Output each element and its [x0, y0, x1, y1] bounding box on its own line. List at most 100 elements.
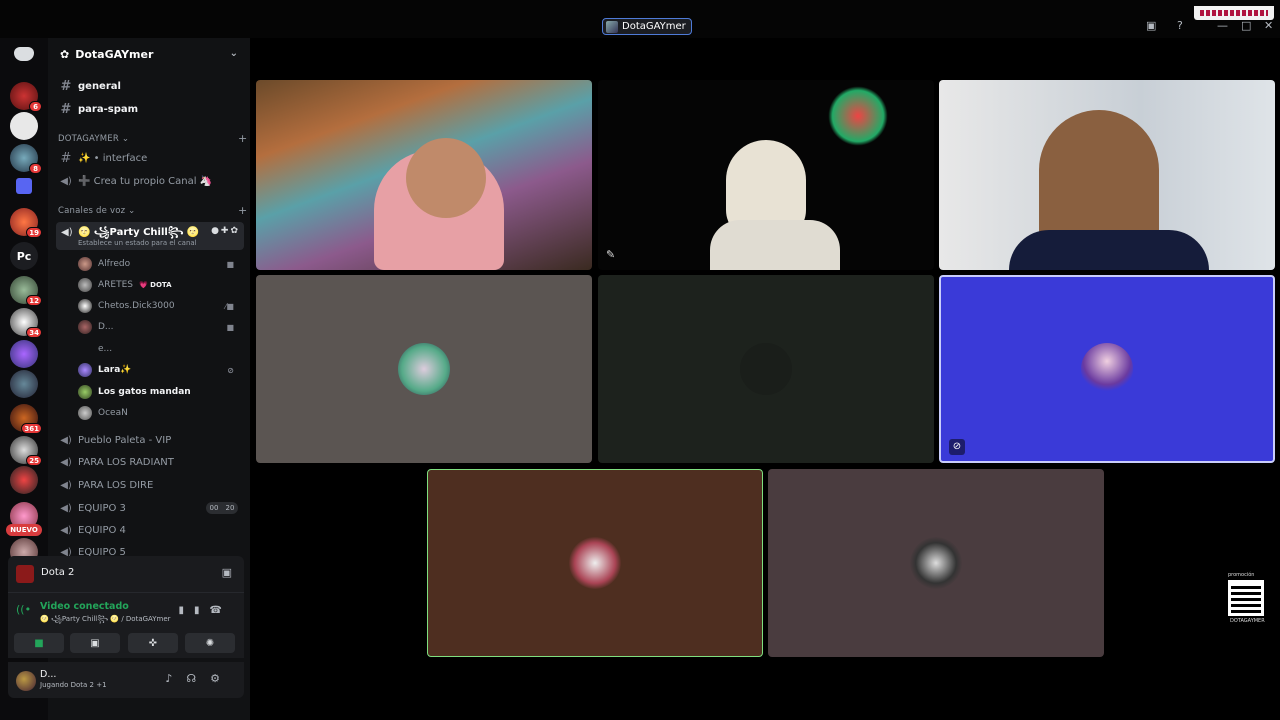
connection-status[interactable]: Video conectado	[40, 601, 129, 612]
voice-member[interactable]: e...	[78, 340, 242, 358]
screen-share-button[interactable]: ▣	[70, 633, 120, 653]
server-icon[interactable]: 12	[10, 276, 42, 306]
hash-icon: #	[60, 150, 72, 166]
server-initials: Pc	[16, 249, 32, 263]
speaker-icon: ◀)	[60, 434, 72, 446]
help-icon[interactable]: ?	[1177, 19, 1183, 32]
server-icon[interactable]: 6	[10, 82, 42, 112]
username[interactable]: D...	[40, 669, 56, 680]
server-icon[interactable]: 25	[10, 436, 42, 466]
category-dotagaymer[interactable]: DOTAGAYMER ⌄ +	[58, 132, 247, 145]
avatar	[78, 320, 92, 334]
guild-header[interactable]: ✿ DotaGAYmer ⌄	[48, 38, 250, 70]
member-name: e...	[98, 344, 113, 354]
deafened-icon: ⊘	[949, 439, 965, 455]
avatar	[78, 342, 92, 356]
channel-label: EQUIPO 3	[78, 502, 126, 514]
qr-footer: DOTAGAYMER	[1230, 618, 1265, 624]
voice-controls[interactable]: ▮▮☎	[179, 605, 232, 616]
voice-member[interactable]: Lara✨ ⊘	[78, 361, 242, 379]
activities-button[interactable]: ✜	[128, 633, 178, 653]
avatar	[78, 363, 92, 377]
video-icon: ■	[226, 259, 234, 269]
server-pc[interactable]: Pc	[10, 242, 38, 270]
avatar[interactable]	[16, 671, 36, 691]
channel-label: PARA LOS RADIANT	[78, 456, 174, 468]
maximize-icon[interactable]: □	[1241, 19, 1251, 32]
folder-icon[interactable]	[16, 178, 32, 194]
speaker-icon: ◀)	[60, 456, 72, 468]
rainbow-hair	[828, 86, 888, 146]
user-controls[interactable]: ♪☊⚙	[165, 672, 234, 685]
channel-general[interactable]: # general	[56, 76, 244, 96]
avatar	[78, 299, 92, 313]
voice-member[interactable]: ARETES 💗 DOTA	[78, 276, 242, 294]
video-tile-mask[interactable]: ✎	[598, 80, 934, 270]
avatar-tile[interactable]	[256, 275, 592, 463]
video-stage: ✎ ⊘	[250, 38, 1280, 720]
add-channel-icon[interactable]: +	[238, 204, 247, 217]
activity-panel[interactable]: Dota 2 ▣	[8, 556, 244, 592]
discord-logo-icon[interactable]	[14, 47, 34, 61]
server-icon[interactable]: 19	[10, 208, 42, 238]
server-icon[interactable]	[10, 466, 38, 494]
close-icon[interactable]: ✕	[1264, 19, 1273, 32]
avatar	[78, 278, 92, 292]
add-channel-icon[interactable]: +	[238, 132, 247, 145]
video-tile-screen-share[interactable]	[256, 80, 592, 270]
channel-para-spam[interactable]: # para-spam	[56, 99, 244, 119]
voice-channel[interactable]: ◀) PARA LOS RADIANT	[56, 452, 244, 472]
channel-interface[interactable]: # ✨ • interface	[56, 148, 244, 168]
connection-path[interactable]: 🌝 ꧁Party Chill꧂ 🌝 / DotaGAYmer	[40, 614, 171, 628]
video-tile-webcam[interactable]	[939, 80, 1275, 270]
user-limit: 20	[225, 504, 235, 512]
voice-member[interactable]: Alfredo ■	[78, 255, 242, 273]
mention-badge: 12	[26, 295, 42, 306]
screen-off-icon: ⊘	[227, 365, 234, 375]
server-icon[interactable]	[10, 370, 38, 398]
participant-video	[1009, 230, 1209, 270]
channel-label: para-spam	[78, 103, 139, 115]
avatar	[1081, 343, 1133, 395]
voice-member[interactable]: D... ■	[78, 318, 242, 336]
avatar-tile[interactable]	[768, 469, 1104, 657]
avatar-tile[interactable]	[598, 275, 934, 463]
channel-status-hint[interactable]: Establece un estado para el canal	[78, 239, 197, 247]
channel-label: ✨ • interface	[78, 152, 148, 164]
user-count: 00	[209, 504, 219, 512]
server-icon[interactable]: 34	[10, 308, 42, 338]
speaker-icon: ◀)	[60, 524, 72, 536]
soundboard-button[interactable]: ✺	[185, 633, 235, 653]
voice-channel-party-chill[interactable]: ◀) 🌝 ꧁Party Chill꧂ 🌝 Establece un estado…	[56, 222, 244, 250]
server-icon[interactable]: 361	[10, 404, 42, 434]
server-icon[interactable]	[10, 340, 38, 368]
voice-member[interactable]: OceaN	[78, 404, 242, 422]
avatar	[910, 537, 962, 589]
inbox-icon[interactable]: ▣	[1146, 19, 1156, 32]
voice-member[interactable]: Chetos.Dick3000 ⁄■	[78, 297, 242, 315]
guild-name: DotaGAYmer	[75, 47, 154, 61]
voice-channel[interactable]: ◀) Pueblo Paleta - VIP	[56, 430, 244, 450]
signal-icon[interactable]: ((•	[16, 603, 31, 616]
voice-channel[interactable]: ◀) PARA LOS DIRE	[56, 475, 244, 495]
window-title-text: DotaGAYmer	[622, 21, 686, 32]
channel-actions[interactable]: ●✚✿	[211, 226, 240, 236]
voice-channel[interactable]: ◀) EQUIPO 4	[56, 520, 244, 540]
minimize-icon[interactable]: —	[1217, 19, 1228, 32]
stream-game-icon[interactable]: ▣	[222, 566, 232, 579]
server-icon[interactable]	[10, 112, 38, 140]
channel-label: EQUIPO 4	[78, 524, 126, 536]
avatar-tile-speaking[interactable]: ⊘	[939, 275, 1275, 463]
avatar-tile-speaking[interactable]	[427, 469, 763, 657]
category-voice[interactable]: Canales de voz ⌄ +	[58, 204, 247, 217]
camera-button[interactable]: ■	[14, 633, 64, 653]
channel-crea-canal[interactable]: ◀) ➕ Crea tu propio Canal 🦄	[56, 171, 244, 191]
member-tag: 💗 DOTA	[139, 281, 172, 289]
verified-icon: ✿	[60, 47, 70, 61]
member-name: OceaN	[98, 408, 128, 418]
member-name: Los gatos mandan	[98, 387, 191, 397]
qr-code	[1228, 580, 1264, 616]
voice-member[interactable]: Los gatos mandan	[78, 383, 242, 401]
server-icon[interactable]: 8	[10, 144, 42, 174]
chevron-down-icon[interactable]: ⌄	[230, 48, 238, 59]
